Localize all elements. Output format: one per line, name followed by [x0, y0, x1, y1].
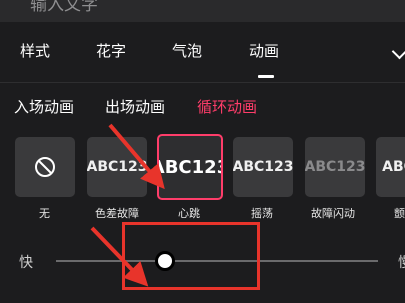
- annotation-highlight-box: [122, 222, 260, 290]
- divider: [0, 82, 405, 83]
- animation-tile-tremble[interactable]: ABC: [376, 137, 405, 197]
- animation-label-tremble: 颤: [394, 207, 405, 220]
- main-tabs: 样式 花字 气泡 动画: [0, 22, 405, 82]
- text-input-placeholder: 输入文字: [30, 0, 98, 15]
- animation-tile-glitch-flash[interactable]: ABC123: [305, 137, 365, 197]
- animation-label-sway: 摇荡: [251, 207, 273, 220]
- subtab-loop-animation[interactable]: 循环动画: [197, 96, 257, 117]
- subtab-entrance-animation[interactable]: 入场动画: [14, 96, 74, 117]
- text-input[interactable]: 输入文字: [0, 0, 405, 22]
- tab-style[interactable]: 样式: [20, 40, 50, 61]
- animation-tile-heartbeat[interactable]: ABC123: [157, 134, 223, 200]
- animation-tile-chromatic-glitch[interactable]: ABC123: [87, 137, 147, 197]
- animation-sample-text: ABC123: [87, 159, 147, 175]
- tab-fancy-text[interactable]: 花字: [96, 40, 126, 61]
- animation-label-heartbeat: 心跳: [178, 207, 200, 220]
- animation-label-none: 无: [39, 207, 50, 220]
- speed-slider-thumb[interactable]: [155, 251, 176, 271]
- animation-sample-text: ABC123: [233, 159, 293, 175]
- speed-slow-label: 慢: [398, 252, 405, 272]
- tab-bubble[interactable]: 气泡: [172, 40, 202, 61]
- tab-animation[interactable]: 动画: [249, 40, 279, 61]
- animation-label-chromatic-glitch: 色差故障: [95, 207, 139, 220]
- animation-tile-sway[interactable]: ABC123: [233, 137, 293, 197]
- subtab-exit-animation[interactable]: 出场动画: [105, 96, 165, 117]
- animation-sample-text: ABC123: [159, 156, 221, 178]
- animation-sample-text: ABC123: [305, 159, 365, 175]
- speed-slider-track[interactable]: [56, 260, 378, 262]
- speed-fast-label: 快: [19, 255, 33, 271]
- animation-label-glitch-flash: 故障闪动: [311, 207, 355, 220]
- active-tab-indicator: [258, 75, 274, 78]
- annotation-arrow-to-slider: [90, 226, 149, 287]
- animation-sample-text: ABC: [382, 159, 405, 175]
- animation-tile-none[interactable]: [15, 137, 75, 197]
- no-symbol-icon: [35, 157, 55, 177]
